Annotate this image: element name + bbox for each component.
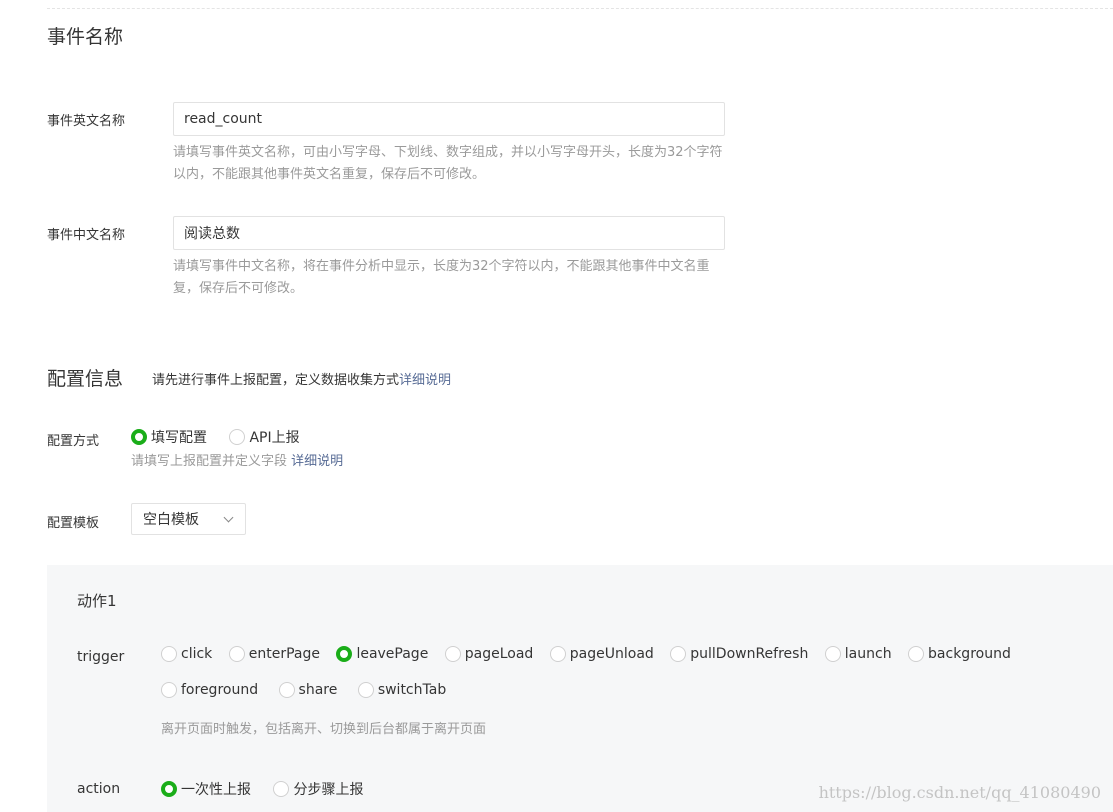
action-option-label: 分步骤上报 <box>293 782 364 798</box>
chinese-name-hint: 请填写事件中文名称，将在事件分析中显示，长度为32个字符以内，不能跟其他事件中文… <box>173 259 710 296</box>
action-radio-group: 一次性上报 分步骤上报 <box>161 779 363 801</box>
config-method-option-label: API上报 <box>249 430 300 446</box>
config-section-description: 请先进行事件上报配置，定义数据收集方式详细说明 <box>152 369 451 388</box>
trigger-option-label: pullDownRefresh <box>690 646 809 662</box>
config-method-option-api[interactable]: API上报 <box>229 427 300 447</box>
radio-checked-icon <box>336 646 353 662</box>
chevron-down-icon <box>223 512 234 523</box>
config-method-option-fill[interactable]: 填写配置 <box>131 427 207 447</box>
action-panel-title: 动作1 <box>77 592 117 610</box>
trigger-option-label: foreground <box>181 682 259 698</box>
trigger-option-label: launch <box>844 646 892 662</box>
action-option-label: 一次性上报 <box>181 782 251 798</box>
watermark: https://blog.csdn.net/qq_41080490 <box>818 783 1101 802</box>
config-method-option-label: 填写配置 <box>151 430 207 446</box>
config-template-selected: 空白模板 <box>143 512 199 528</box>
trigger-option-pulldownrefresh[interactable]: pullDownRefresh <box>670 646 808 662</box>
action-label: action <box>77 781 121 797</box>
radio-unchecked-icon <box>273 781 290 797</box>
trigger-option-pageload[interactable]: pageLoad <box>444 646 534 662</box>
radio-unchecked-icon <box>549 646 566 662</box>
trigger-option-label: background <box>928 646 1011 662</box>
config-section-title: 配置信息 <box>47 368 124 390</box>
trigger-radio-row-2: foreground share switchTab <box>161 682 446 702</box>
trigger-option-label: leavePage <box>356 646 429 662</box>
radio-checked-icon <box>161 781 177 797</box>
radio-unchecked-icon <box>278 682 295 698</box>
trigger-option-label: click <box>181 646 213 662</box>
trigger-option-click[interactable]: click <box>161 646 212 662</box>
config-description-link[interactable]: 详细说明 <box>399 373 451 388</box>
radio-unchecked-icon <box>229 429 246 445</box>
radio-unchecked-icon <box>444 646 461 662</box>
trigger-option-leavepage[interactable]: leavePage <box>336 646 428 662</box>
trigger-option-label: enterPage <box>248 646 320 662</box>
chinese-name-label: 事件中文名称 <box>47 228 126 243</box>
radio-unchecked-icon <box>824 646 841 662</box>
english-name-hint: 请填写事件英文名称，可由小写字母、下划线、数字组成，并以小写字母开头，长度为32… <box>173 145 723 182</box>
config-template-select[interactable]: 空白模板 <box>131 503 246 535</box>
english-name-label: 事件英文名称 <box>47 114 126 129</box>
event-name-section-title: 事件名称 <box>47 26 124 48</box>
trigger-hint: 离开页面时触发，包括离开、切换到后台都属于离开页面 <box>161 722 487 737</box>
action-option-steps[interactable]: 分步骤上报 <box>273 779 363 799</box>
config-method-hint: 请填写上报配置并定义字段 详细说明 <box>131 451 531 473</box>
config-method-label: 配置方式 <box>47 434 100 449</box>
trigger-option-label: pageLoad <box>464 646 534 662</box>
trigger-label: trigger <box>77 649 125 665</box>
radio-unchecked-icon <box>908 646 925 662</box>
trigger-option-pageunload[interactable]: pageUnload <box>549 646 654 662</box>
config-method-hint-link[interactable]: 详细说明 <box>291 454 343 469</box>
config-template-label: 配置模板 <box>47 516 100 531</box>
english-name-input[interactable] <box>173 102 725 136</box>
trigger-option-foreground[interactable]: foreground <box>161 682 258 698</box>
action-option-once[interactable]: 一次性上报 <box>161 779 251 799</box>
config-method-hint-text: 请填写上报配置并定义字段 <box>131 454 288 469</box>
trigger-option-share[interactable]: share <box>278 682 338 698</box>
radio-unchecked-icon <box>670 646 687 662</box>
chinese-name-input[interactable] <box>173 216 725 250</box>
trigger-option-label: share <box>298 682 338 698</box>
radio-unchecked-icon <box>357 682 374 698</box>
trigger-radio-row-1: click enterPage leavePage pageLoad pageU… <box>161 646 1011 666</box>
trigger-option-enterpage[interactable]: enterPage <box>228 646 320 662</box>
radio-checked-icon <box>131 429 147 445</box>
radio-unchecked-icon <box>161 682 177 698</box>
trigger-option-label: switchTab <box>377 682 447 698</box>
config-description-text: 请先进行事件上报配置，定义数据收集方式 <box>152 373 400 388</box>
trigger-option-background[interactable]: background <box>908 646 1011 662</box>
top-divider <box>47 8 1113 9</box>
action-panel: 动作1 trigger click enterPage leavePage pa… <box>47 565 1113 812</box>
config-method-radio-group: 填写配置 API上报 <box>131 427 300 449</box>
trigger-option-label: pageUnload <box>569 646 654 662</box>
radio-unchecked-icon <box>161 646 177 662</box>
radio-unchecked-icon <box>228 646 245 662</box>
trigger-option-switchtab[interactable]: switchTab <box>357 682 447 698</box>
trigger-option-launch[interactable]: launch <box>824 646 892 662</box>
